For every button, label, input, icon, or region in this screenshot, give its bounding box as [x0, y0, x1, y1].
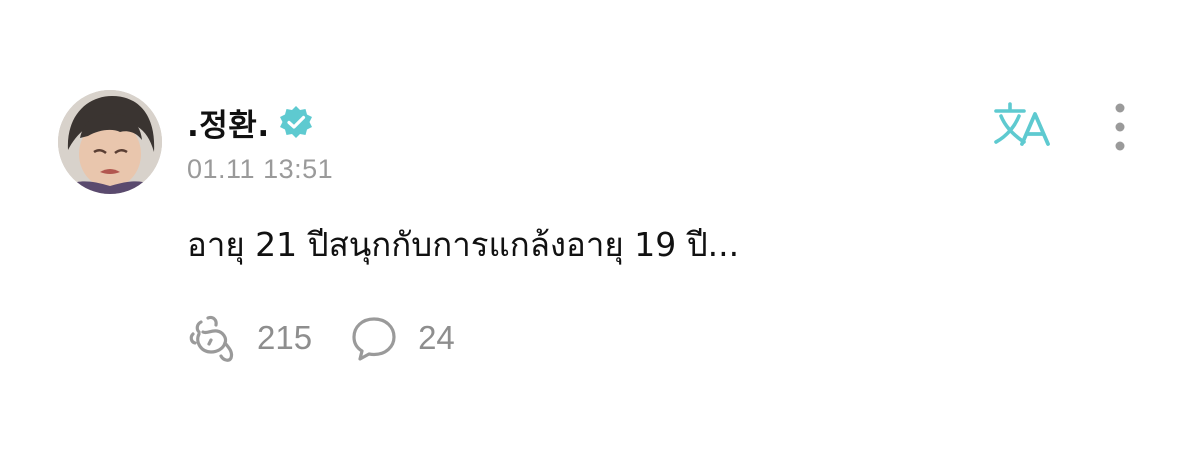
like-count: 215 — [257, 319, 313, 356]
comment-count: 24 — [418, 319, 455, 356]
author-name[interactable]: .정환. — [187, 100, 270, 145]
comment-bubble-icon — [348, 312, 400, 364]
post-text: อายุ 21 ปีสนุกกับการแกล้งอายุ 19 ปี... — [187, 225, 740, 264]
post-card: .정환. 01.11 13:51 อายุ 21 ปีสนุกกับการแกล… — [0, 0, 1200, 459]
avatar-photo-icon — [58, 90, 162, 194]
like-button[interactable]: 215 — [187, 312, 312, 364]
post-timestamp: 01.11 13:51 — [187, 154, 334, 184]
more-options-button[interactable] — [1102, 100, 1138, 154]
translate-button[interactable] — [990, 98, 1056, 154]
paw-like-icon — [187, 312, 239, 364]
verified-badge-icon — [278, 104, 314, 140]
comment-button[interactable]: 24 — [348, 312, 455, 364]
post-actions: 215 24 — [187, 312, 455, 364]
more-vertical-icon — [1115, 103, 1125, 151]
author-avatar[interactable] — [58, 90, 162, 194]
translate-icon — [994, 102, 1050, 146]
post-header: .정환. — [187, 98, 314, 146]
